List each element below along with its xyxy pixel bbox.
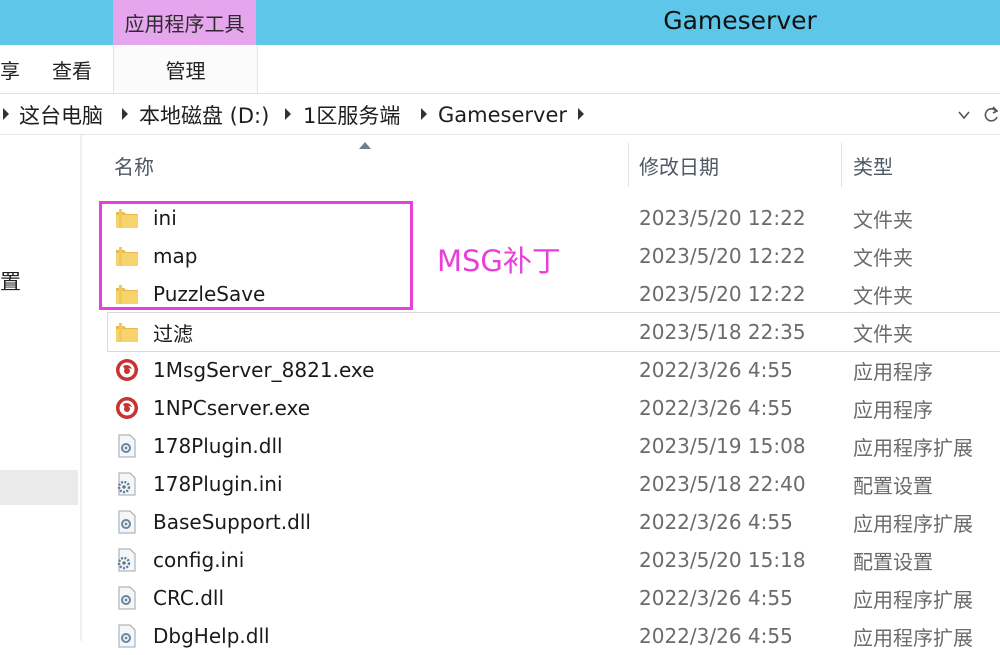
- file-type: 应用程序: [853, 359, 933, 384]
- navigation-pane: [0, 135, 80, 641]
- file-row-crc-dll[interactable]: CRC.dll 2022/3/26 4:55 应用程序扩展: [108, 579, 1000, 617]
- file-row-178plugin-ini[interactable]: 178Plugin.ini 2023/5/18 22:40 配置设置: [108, 465, 1000, 503]
- pane-divider[interactable]: [80, 135, 82, 641]
- exe-icon: [116, 359, 138, 381]
- file-name: 1NPCserver.exe: [153, 396, 311, 420]
- breadcrumb-separator-icon[interactable]: [3, 108, 9, 120]
- column-divider[interactable]: [841, 143, 842, 187]
- file-date: 2022/3/26 4:55: [639, 624, 793, 648]
- breadcrumb-separator-icon[interactable]: [122, 108, 128, 120]
- exe-icon: [116, 397, 138, 419]
- ini-icon: [117, 548, 136, 572]
- file-name: 178Plugin.dll: [153, 434, 283, 458]
- annotation-highlight-box: [99, 201, 413, 310]
- file-name: 178Plugin.ini: [153, 472, 283, 496]
- ini-icon: [117, 472, 136, 496]
- file-date: 2022/3/26 4:55: [639, 586, 793, 610]
- file-type: 应用程序扩展: [853, 625, 973, 650]
- breadcrumb-this-pc[interactable]: 这台电脑: [19, 96, 103, 134]
- file-row-config-ini[interactable]: config.ini 2023/5/20 15:18 配置设置: [108, 541, 1000, 579]
- dll-icon: [118, 510, 136, 534]
- ribbon-tabs: 享 查看 管理: [0, 45, 1000, 94]
- file-row-178plugin-dll[interactable]: 178Plugin.dll 2023/5/19 15:08 应用程序扩展: [108, 427, 1000, 465]
- file-type: 配置设置: [853, 549, 933, 574]
- file-name: CRC.dll: [153, 586, 224, 610]
- window-title: Gameserver: [663, 5, 817, 35]
- file-date: 2022/3/26 4:55: [639, 510, 793, 534]
- file-date: 2022/3/26 4:55: [639, 396, 793, 420]
- folder-icon: [116, 323, 138, 342]
- file-row-dbghelp[interactable]: DbgHelp.dll 2022/3/26 4:55 应用程序扩展: [108, 617, 1000, 655]
- column-divider[interactable]: [628, 143, 629, 187]
- file-type: 应用程序扩展: [853, 587, 973, 612]
- app-tools-context-tab[interactable]: 应用程序工具: [113, 0, 256, 45]
- file-date: 2022/3/26 4:55: [639, 358, 793, 382]
- refresh-icon[interactable]: [983, 105, 1000, 125]
- column-header-date[interactable]: 修改日期: [631, 143, 841, 187]
- breadcrumb-separator-icon[interactable]: [285, 108, 291, 120]
- file-row-filter[interactable]: 过滤 2023/5/18 22:35 文件夹: [107, 312, 1000, 352]
- file-row-msgserver[interactable]: 1MsgServer_8821.exe 2022/3/26 4:55 应用程序: [108, 351, 1000, 389]
- breadcrumb-local-disk[interactable]: 本地磁盘 (D:): [139, 96, 269, 134]
- file-date: 2023/5/20 12:22: [639, 206, 806, 230]
- breadcrumb-separator-icon[interactable]: [421, 108, 427, 120]
- breadcrumb-gameserver[interactable]: Gameserver: [438, 96, 567, 134]
- file-name: DbgHelp.dll: [153, 624, 270, 648]
- nav-selected-item[interactable]: [0, 470, 78, 505]
- file-date: 2023/5/18 22:40: [639, 472, 806, 496]
- file-type: 文件夹: [853, 245, 913, 270]
- address-bar[interactable]: 这台电脑 本地磁盘 (D:) 1区服务端 Gameserver: [0, 96, 1000, 135]
- file-name: 过滤: [153, 321, 193, 346]
- nav-item-settings-partial[interactable]: 置: [0, 266, 21, 296]
- file-type: 文件夹: [853, 207, 913, 232]
- title-bar: 应用程序工具 Gameserver: [0, 0, 1000, 45]
- tab-manage[interactable]: 管理: [113, 45, 258, 93]
- column-header-name[interactable]: 名称: [106, 143, 628, 187]
- file-row-basesupport[interactable]: BaseSupport.dll 2022/3/26 4:55 应用程序扩展: [108, 503, 1000, 541]
- dll-icon: [118, 624, 136, 648]
- file-type: 文件夹: [853, 283, 913, 308]
- file-name: BaseSupport.dll: [153, 510, 311, 534]
- file-type: 文件夹: [853, 321, 913, 346]
- tab-share[interactable]: 享: [0, 45, 26, 93]
- file-date: 2023/5/20 12:22: [639, 244, 806, 268]
- file-type: 应用程序: [853, 397, 933, 422]
- chevron-down-icon[interactable]: [957, 108, 971, 122]
- file-name: config.ini: [153, 548, 245, 572]
- file-date: 2023/5/20 15:18: [639, 548, 806, 572]
- column-header-type[interactable]: 类型: [845, 143, 1000, 187]
- breadcrumb-separator-icon[interactable]: [578, 108, 584, 120]
- dll-icon: [118, 586, 136, 610]
- file-date: 2023/5/19 15:08: [639, 434, 806, 458]
- file-type: 配置设置: [853, 473, 933, 498]
- file-name: 1MsgServer_8821.exe: [153, 358, 375, 382]
- file-type: 应用程序扩展: [853, 511, 973, 536]
- breadcrumb-server-folder[interactable]: 1区服务端: [303, 96, 400, 134]
- file-row-npcserver[interactable]: 1NPCserver.exe 2022/3/26 4:55 应用程序: [108, 389, 1000, 427]
- tab-view[interactable]: 查看: [52, 45, 98, 93]
- file-date: 2023/5/18 22:35: [639, 320, 806, 344]
- file-type: 应用程序扩展: [853, 435, 973, 460]
- dll-icon: [118, 434, 136, 458]
- file-date: 2023/5/20 12:22: [639, 282, 806, 306]
- annotation-label: MSG补丁: [437, 244, 561, 278]
